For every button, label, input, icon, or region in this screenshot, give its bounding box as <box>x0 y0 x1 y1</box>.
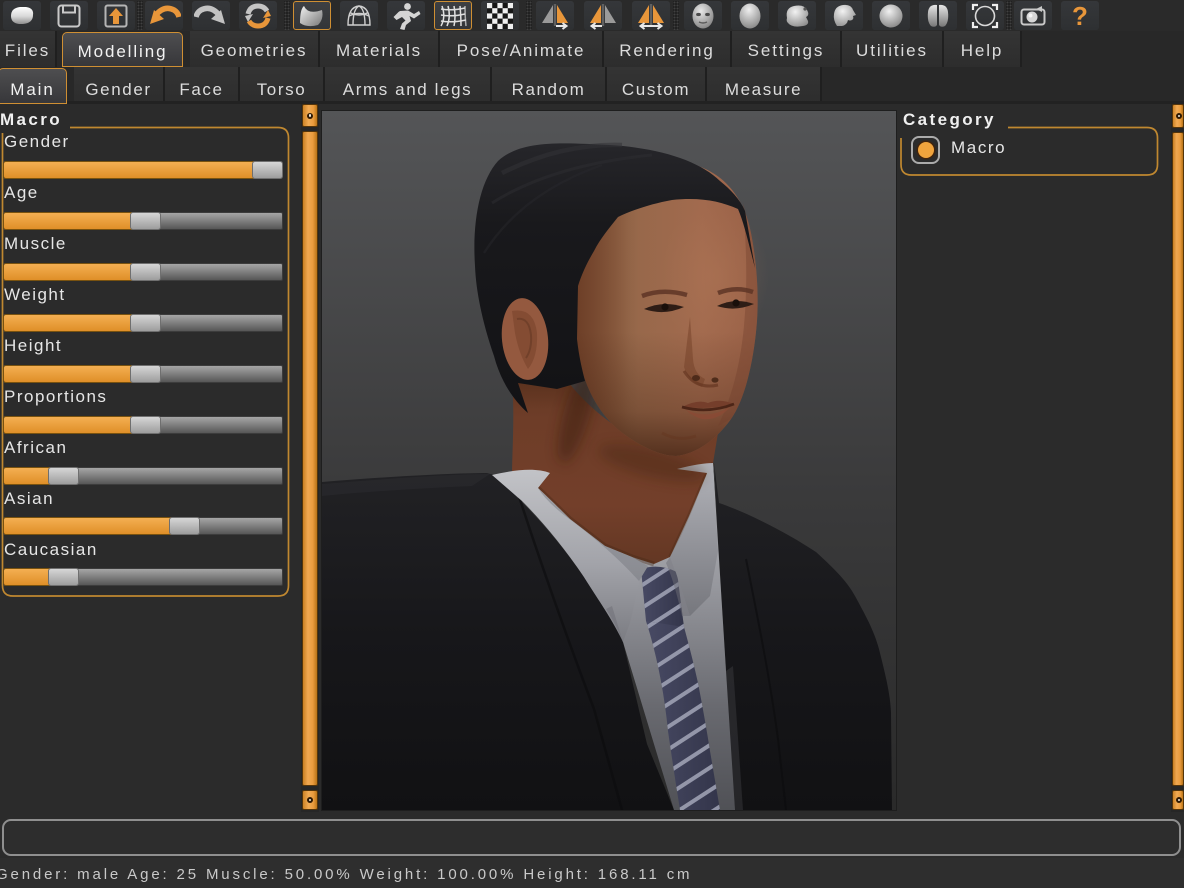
svg-text:?: ? <box>1072 2 1088 30</box>
